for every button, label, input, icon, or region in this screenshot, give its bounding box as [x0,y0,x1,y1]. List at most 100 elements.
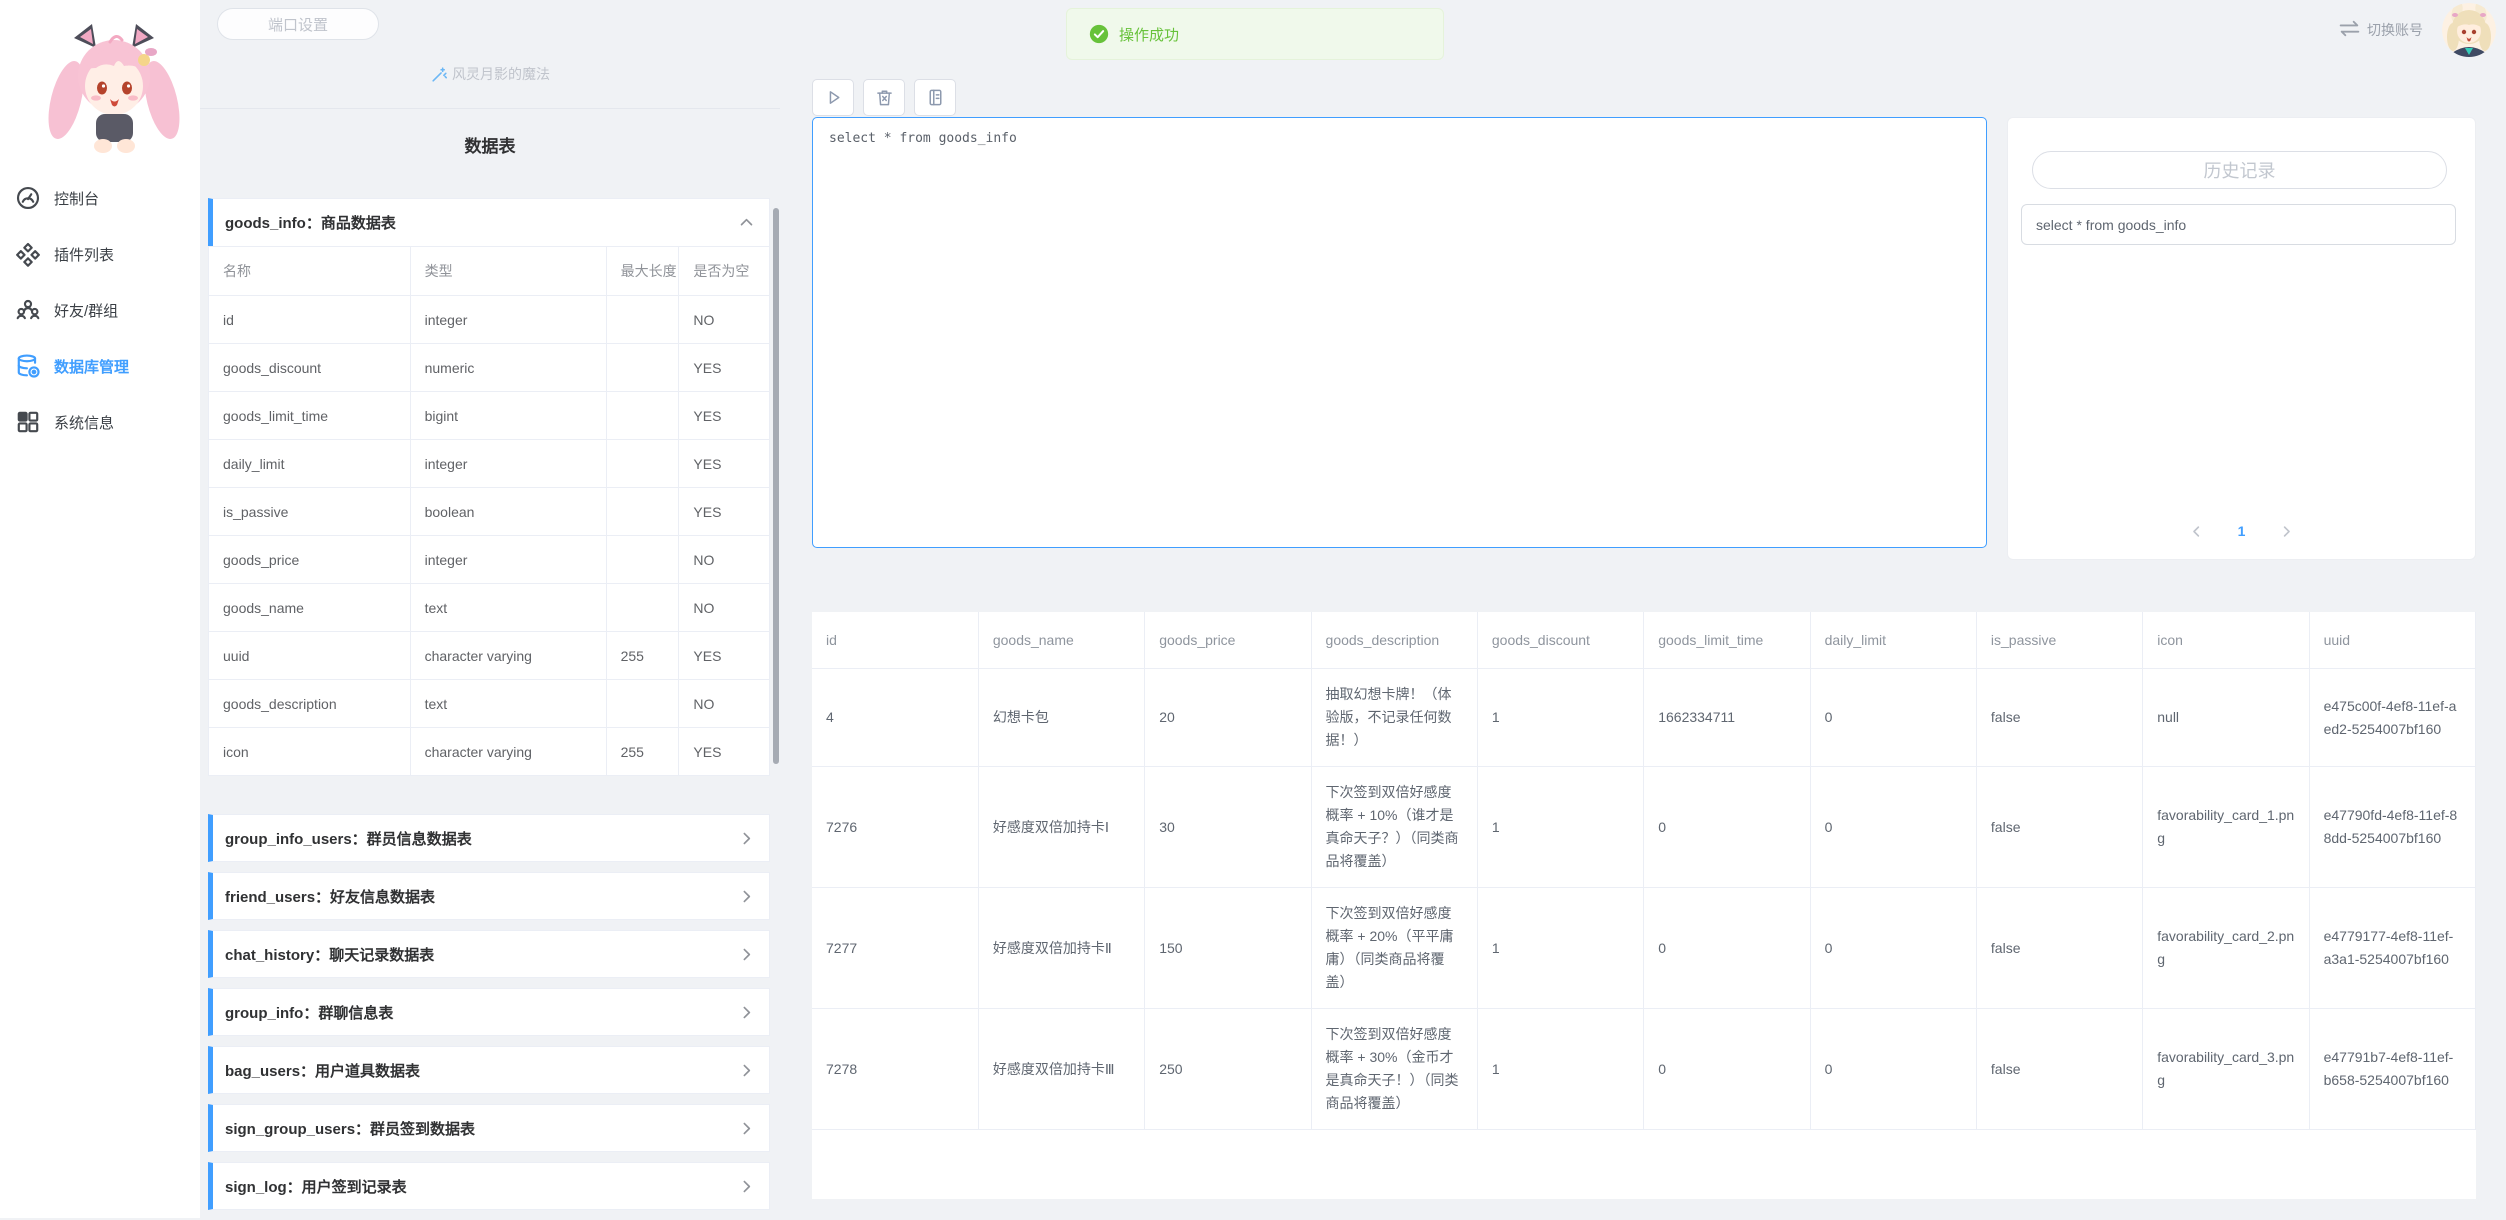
schema-column-header: 是否为空 [679,247,769,295]
sidebar-item-label: 好友/群组 [54,300,118,321]
cell-icon: null [2143,669,2309,767]
table-card-sign-log[interactable]: sign_log：用户签到记录表 [208,1162,770,1210]
schema-row: is_passivebooleanYES [209,487,769,535]
port-settings-button[interactable]: 端口设置 [217,8,379,40]
cell-is_passive: false [1976,1009,2142,1130]
column-header-daily_limit: daily_limit [1810,612,1976,669]
cell-goods_name: 好感度双倍加持卡Ⅰ [978,767,1144,888]
table-card-group-info-users[interactable]: group_info_users：群员信息数据表 [208,814,770,862]
play-icon [823,87,844,108]
cell-uuid: e475c00f-4ef8-11ef-aed2-5254007bf160 [2309,669,2475,767]
cell-goods_limit_time: 0 [1644,767,1810,888]
schema-cell: goods_limit_time [209,392,411,439]
copy-button[interactable] [914,79,956,116]
table-card-label: sign_group_users：群员签到数据表 [225,1118,475,1139]
table-card-sign-group-users[interactable]: sign_group_users：群员签到数据表 [208,1104,770,1152]
cell-goods_price: 250 [1145,1009,1311,1130]
cell-goods_name: 幻想卡包 [978,669,1144,767]
column-header-goods_description: goods_description [1311,612,1477,669]
sidebar-item-friends-groups[interactable]: 好友/群组 [0,282,200,338]
schema-cell: YES [679,440,769,487]
schema-cell [607,680,680,727]
cell-is_passive: false [1976,767,2142,888]
table-card-bag-users[interactable]: bag_users：用户道具数据表 [208,1046,770,1094]
cell-daily_limit: 0 [1810,888,1976,1009]
friends-icon [15,297,41,323]
schema-row: goods_descriptiontextNO [209,679,769,727]
table-card-label: group_info_users：群员信息数据表 [225,828,472,849]
history-list: select * from goods_info [2008,204,2475,245]
schema-row: uuidcharacter varying255YES [209,631,769,679]
sidebar-item-plugins[interactable]: 插件列表 [0,226,200,282]
dashboard-icon [15,185,41,211]
cell-goods_price: 30 [1145,767,1311,888]
cell-goods_price: 150 [1145,888,1311,1009]
cell-id: 4 [812,669,978,767]
schema-cell: YES [679,488,769,535]
cell-id: 7276 [812,767,978,888]
schema-cell: numeric [411,344,607,391]
success-check-icon [1089,24,1109,44]
tables-panel: 端口设置 风灵月影的魔法 数据表 goods_info：商品数据表名称类型最大长… [200,0,780,1218]
schema-cell: 255 [607,728,680,775]
success-toast: 操作成功 [1066,8,1444,60]
schema-cell: bigint [411,392,607,439]
copy-icon [925,87,946,108]
table-row: 7277好感度双倍加持卡Ⅱ150下次签到双倍好感度概率 + 20%（平平庸庸）（… [812,888,2476,1009]
cell-goods_discount: 1 [1477,767,1643,888]
schema-cell: integer [411,536,607,583]
column-header-goods_name: goods_name [978,612,1144,669]
schema-cell: NO [679,680,769,727]
cell-id: 7278 [812,1009,978,1130]
cell-goods_description: 抽取幻想卡牌！（体验版，不记录任何数据！） [1311,669,1477,767]
schema-cell [607,488,680,535]
clear-button[interactable] [863,79,905,116]
cell-goods_discount: 1 [1477,1009,1643,1130]
history-panel: 历史记录 select * from goods_info 1 [2007,117,2476,560]
sql-editor[interactable]: select * from goods_info [812,117,1987,548]
switch-account-label[interactable]: 切换账号 [2367,20,2423,40]
sidebar-item-database[interactable]: 数据库管理 [0,338,200,394]
scrollbar-thumb[interactable] [773,208,779,764]
sidebar-item-system-info[interactable]: 系统信息 [0,394,200,450]
sidebar-item-console[interactable]: 控制台 [0,170,200,226]
next-page-button[interactable] [2279,524,2294,539]
schema-row: goods_discountnumericYES [209,343,769,391]
schema-cell [607,584,680,631]
table-card-chat-history[interactable]: chat_history：聊天记录数据表 [208,930,770,978]
results-panel: idgoods_namegoods_pricegoods_description… [812,612,2476,1199]
current-page[interactable]: 1 [2238,523,2246,539]
table-row: 7278好感度双倍加持卡Ⅲ250下次签到双倍好感度概率 + 30%（金币才是真命… [812,1009,2476,1130]
column-header-goods_discount: goods_discount [1477,612,1643,669]
chevron-right-icon [738,1120,755,1137]
table-card-friend-users[interactable]: friend_users：好友信息数据表 [208,872,770,920]
schema-row: daily_limitintegerYES [209,439,769,487]
run-button[interactable] [812,79,854,116]
database-icon [15,353,41,379]
schema-row: idintegerNO [209,295,769,343]
schema-cell: 255 [607,632,680,679]
table-card-goods-info[interactable]: goods_info：商品数据表 [208,198,770,246]
schema-cell: YES [679,632,769,679]
column-header-goods_limit_time: goods_limit_time [1644,612,1810,669]
table-card-label: sign_log：用户签到记录表 [225,1176,407,1197]
schema-cell: id [209,296,411,343]
history-item[interactable]: select * from goods_info [2021,204,2456,245]
user-avatar[interactable] [2442,3,2496,57]
table-section-goods-info: goods_info：商品数据表名称类型最大长度是否为空idintegerNOg… [208,198,770,776]
switch-account-icon[interactable] [2337,16,2362,40]
schema-cell [607,440,680,487]
schema-cell: text [411,584,607,631]
system-icon [15,409,41,435]
schema-cell: NO [679,536,769,583]
divider [200,108,780,109]
table-card-group-info[interactable]: group_info：群聊信息表 [208,988,770,1036]
cell-daily_limit: 0 [1810,1009,1976,1130]
sidebar-item-label: 控制台 [54,188,99,209]
cell-goods_price: 20 [1145,669,1311,767]
cell-goods_name: 好感度双倍加持卡Ⅲ [978,1009,1144,1130]
prev-page-button[interactable] [2189,524,2204,539]
toast-message: 操作成功 [1119,24,1179,45]
chevron-right-icon [738,1062,755,1079]
cell-icon: favorability_card_2.png [2143,888,2309,1009]
